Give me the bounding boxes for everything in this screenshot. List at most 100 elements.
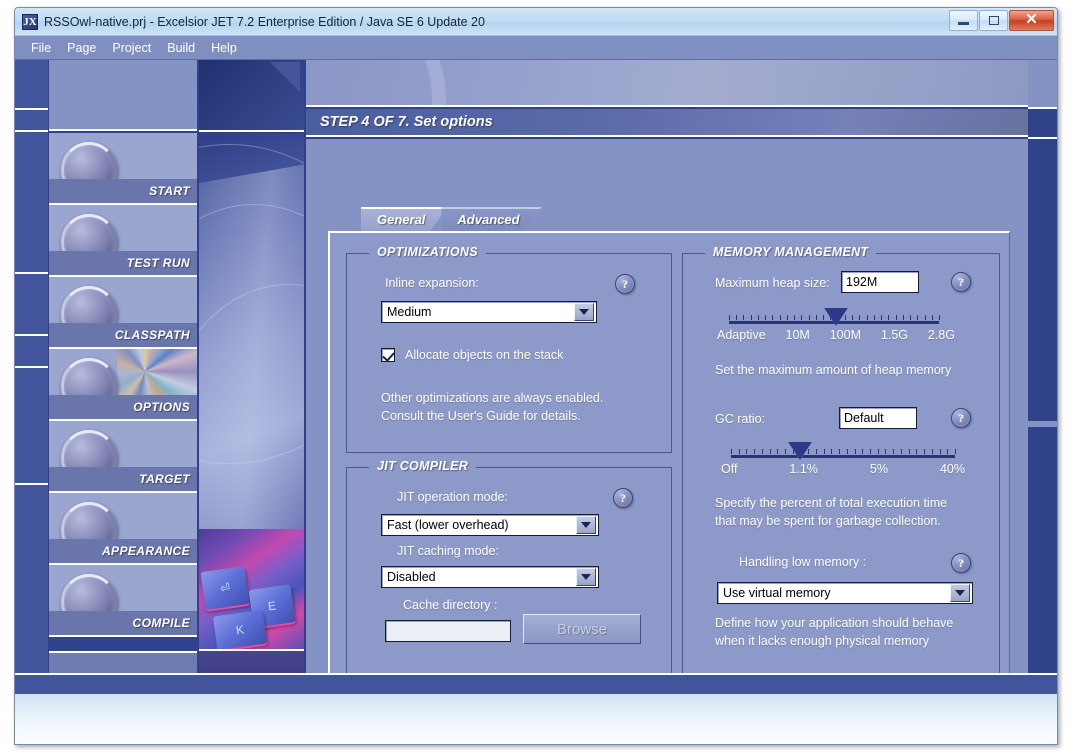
header-banner	[306, 60, 1028, 107]
nav-label-bar: START	[49, 179, 197, 203]
tab-advanced[interactable]: Advanced	[441, 207, 541, 231]
deco-top-block	[199, 60, 304, 132]
jit-caching-mode-value: Disabled	[387, 570, 436, 584]
sidebar-nav-list: START TEST RUN CLASSPATH OPTIONS TARGET …	[49, 133, 197, 649]
decorative-image-strip: ⏎ E K	[199, 60, 304, 725]
page-title: STEP 4 OF 7. Set options	[320, 114, 493, 130]
deco-swirl-graphic: ⏎ E K	[199, 134, 304, 649]
sidebar-item-classpath[interactable]: CLASSPATH	[49, 277, 197, 349]
sidebar-item-label: OPTIONS	[133, 400, 190, 414]
scale-tick-label: Off	[721, 462, 738, 476]
handling-low-memory-description: Define how your application should behav…	[715, 616, 954, 648]
sidebar-item-compile[interactable]: COMPILE	[49, 565, 197, 637]
sidebar-item-start[interactable]: START	[49, 133, 197, 205]
content-area: STEP 4 OF 7. Set options General Advance…	[306, 60, 1028, 732]
left-decorative-rail	[15, 60, 48, 725]
tab-area: General Advanced OPTIMIZATIONS Inline ex…	[306, 139, 1028, 732]
group-legend-memory: MEMORY MANAGEMENT	[705, 245, 877, 259]
gc-ratio-help-icon[interactable]: ?	[951, 408, 971, 428]
scale-tick-label: 10M	[785, 328, 810, 342]
jit-operation-mode-value: Fast (lower overhead)	[387, 518, 509, 532]
group-legend-jit: JIT COMPILER	[369, 459, 477, 473]
scale-tick-label: 40%	[939, 462, 965, 476]
maximize-button[interactable]	[979, 10, 1008, 31]
cache-directory-input[interactable]	[385, 620, 511, 642]
menu-item-help[interactable]: Help	[203, 39, 245, 57]
status-strip	[15, 694, 1057, 744]
gc-ratio-input[interactable]: Default	[839, 407, 917, 429]
menu-item-page[interactable]: Page	[59, 39, 104, 57]
app-icon: JX	[22, 13, 38, 30]
sidebar-item-label: TEST RUN	[126, 256, 190, 270]
jit-operation-mode-select[interactable]: Fast (lower overhead)	[381, 514, 599, 536]
group-memory-management: MEMORY MANAGEMENT Maximum heap size: 192…	[682, 245, 1000, 679]
sidebar-header-spacer	[49, 60, 197, 131]
slider-thumb[interactable]	[788, 442, 813, 460]
max-heap-size-input[interactable]: 192M	[841, 271, 919, 293]
slider-thumb[interactable]	[824, 308, 849, 326]
gc-ratio-slider[interactable]	[731, 436, 956, 460]
tab-general[interactable]: General	[361, 207, 447, 231]
sidebar-item-appearance[interactable]: APPEARANCE	[49, 493, 197, 565]
sidebar-item-label: TARGET	[139, 472, 190, 486]
inline-expansion-select[interactable]: Medium	[381, 301, 597, 323]
group-legend-optimizations: OPTIMIZATIONS	[369, 245, 486, 259]
maximize-icon	[988, 16, 999, 25]
handling-low-memory-select[interactable]: Use virtual memory	[717, 582, 973, 604]
jit-caching-mode-select[interactable]: Disabled	[381, 566, 599, 588]
inline-expansion-label: Inline expansion:	[385, 276, 479, 290]
application-window: JX RSSOwl-native.prj - Excelsior JET 7.2…	[14, 7, 1058, 745]
title-bar: JX RSSOwl-native.prj - Excelsior JET 7.2…	[15, 8, 1057, 36]
slider-track	[731, 455, 955, 458]
max-heap-size-slider[interactable]	[729, 302, 940, 326]
chevron-down-icon[interactable]	[950, 584, 970, 602]
max-heap-size-value: 192M	[846, 275, 878, 289]
sidebar-item-target[interactable]: TARGET	[49, 421, 197, 493]
sidebar-item-test-run[interactable]: TEST RUN	[49, 205, 197, 277]
handling-low-memory-label: Handling low memory :	[739, 555, 867, 569]
menu-item-build[interactable]: Build	[159, 39, 203, 57]
optimizations-note: Other optimizations are always enabled. …	[381, 391, 604, 423]
window-title: RSSOwl-native.prj - Excelsior JET 7.2 En…	[44, 14, 485, 29]
handling-low-memory-help-icon[interactable]: ?	[951, 553, 971, 573]
chevron-down-icon[interactable]	[576, 568, 596, 586]
cache-directory-label: Cache directory :	[403, 598, 498, 612]
allocate-stack-label: Allocate objects on the stack	[405, 348, 564, 362]
sidebar-item-label: COMPILE	[132, 616, 190, 630]
chevron-down-icon[interactable]	[574, 303, 594, 321]
max-heap-size-help-icon[interactable]: ?	[951, 272, 971, 292]
nav-label-bar: TEST RUN	[49, 251, 197, 275]
window-controls: ✕	[948, 10, 1054, 31]
menu-bar: File Page Project Build Help	[15, 36, 1057, 60]
group-jit-compiler: JIT COMPILER JIT operation mode: ? Fast …	[346, 459, 672, 679]
sidebar-item-options[interactable]: OPTIONS	[49, 349, 197, 421]
minimize-button[interactable]	[949, 10, 978, 31]
chevron-down-icon[interactable]	[576, 516, 596, 534]
tab-label: General	[377, 211, 426, 227]
sidebar: START TEST RUN CLASSPATH OPTIONS TARGET …	[49, 60, 197, 725]
scale-tick-label: 100M	[829, 328, 862, 342]
gc-ratio-description: Specify the percent of total execution t…	[715, 496, 948, 528]
scale-tick-label: 1.5G	[880, 328, 908, 342]
close-button[interactable]: ✕	[1009, 10, 1054, 31]
max-heap-size-scale: Adaptive 10M 100M 1.5G 2.8G	[717, 328, 955, 342]
inline-expansion-help-icon[interactable]: ?	[615, 274, 635, 294]
tab-strip: General Advanced	[361, 207, 536, 231]
step-bar: STEP 4 OF 7. Set options	[306, 109, 1028, 137]
menu-item-project[interactable]: Project	[104, 39, 159, 57]
tab-panel-general: OPTIMIZATIONS Inline expansion: ? Medium…	[328, 231, 1010, 690]
menu-item-file[interactable]: File	[23, 39, 59, 57]
jit-operation-mode-help-icon[interactable]: ?	[613, 488, 633, 508]
main-chrome: START TEST RUN CLASSPATH OPTIONS TARGET …	[15, 60, 1057, 732]
inline-expansion-value: Medium	[387, 305, 432, 319]
close-icon: ✕	[1025, 12, 1038, 28]
minimize-icon	[958, 22, 969, 25]
tab-label: Advanced	[457, 211, 520, 227]
nav-label-bar: CLASSPATH	[49, 323, 197, 347]
browse-button[interactable]: Browse	[523, 614, 641, 644]
gc-ratio-label: GC ratio:	[715, 412, 766, 426]
group-optimizations: OPTIMIZATIONS Inline expansion: ? Medium…	[346, 245, 672, 453]
allocate-stack-checkbox[interactable]	[381, 348, 395, 362]
sidebar-item-label: APPEARANCE	[101, 544, 190, 558]
nav-label-bar: COMPILE	[49, 611, 197, 635]
